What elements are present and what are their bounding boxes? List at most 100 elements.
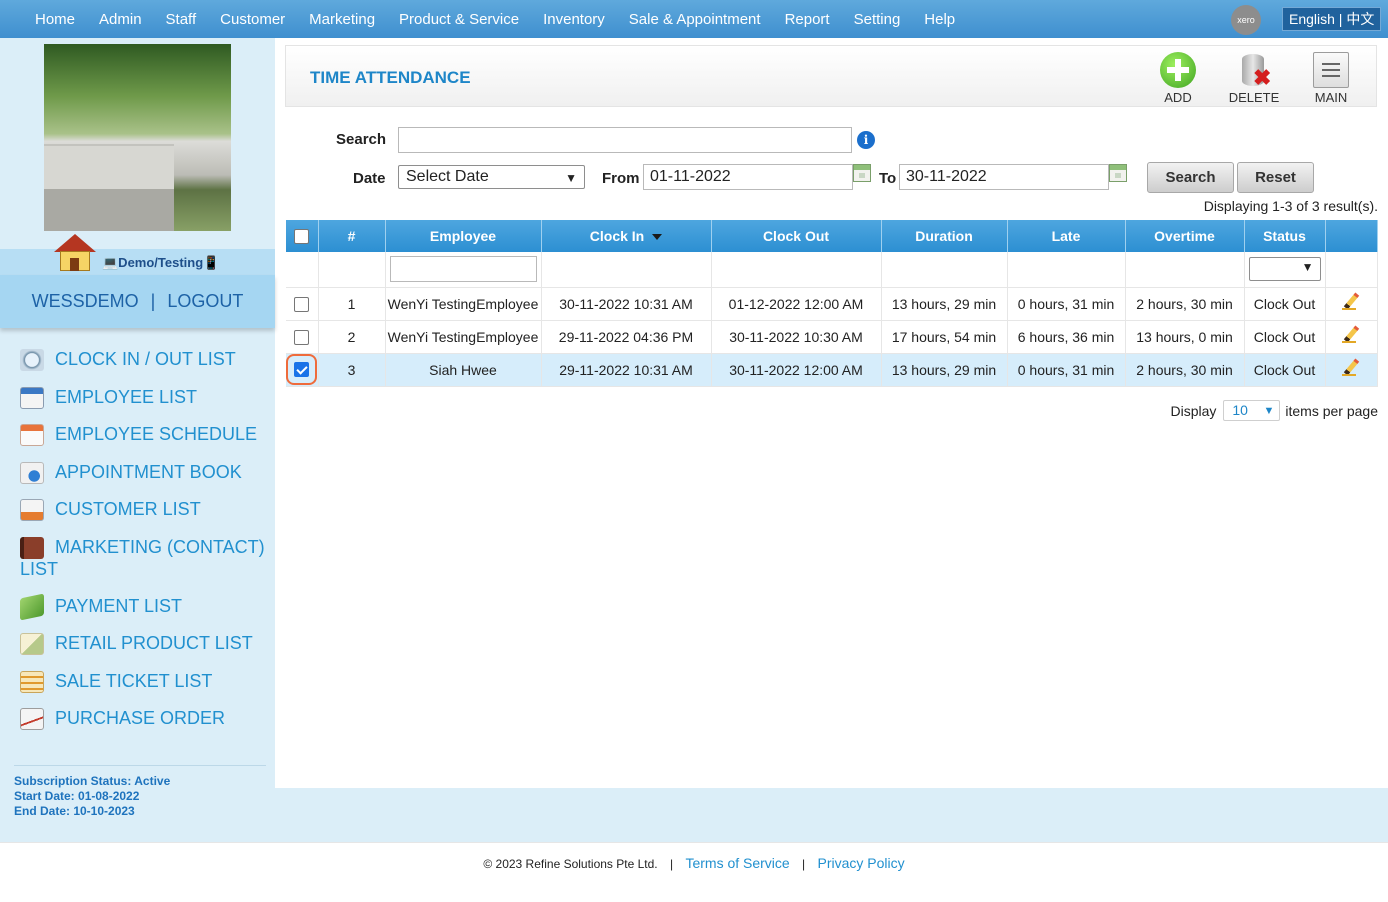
- home-icon[interactable]: [54, 234, 96, 274]
- status-filter-select[interactable]: ▼: [1248, 257, 1321, 282]
- header-late[interactable]: Late: [1007, 220, 1126, 252]
- employee-filter-input[interactable]: [389, 256, 537, 283]
- reset-button[interactable]: Reset: [1237, 162, 1314, 193]
- link-retail-product-list[interactable]: RETAIL PRODUCT LIST: [0, 632, 275, 670]
- link-purchase-order[interactable]: PURCHASE ORDER: [0, 707, 275, 745]
- top-navigation: Home Admin Staff Customer Marketing Prod…: [0, 0, 1388, 38]
- header-duration[interactable]: Duration: [881, 220, 1008, 252]
- date-type-select[interactable]: Select Date ▼: [398, 165, 585, 189]
- terms-of-service-link[interactable]: Terms of Service: [685, 855, 789, 871]
- logout-link[interactable]: LOGOUT: [167, 291, 243, 312]
- to-date-input[interactable]: 30-11-2022: [899, 164, 1109, 190]
- cell-number: 2: [318, 320, 386, 354]
- items-per-page-select[interactable]: 10 ▼: [1223, 400, 1281, 421]
- search-input[interactable]: [398, 127, 852, 153]
- link-label: PAYMENT LIST: [55, 595, 183, 616]
- nav-staff[interactable]: Staff: [154, 11, 209, 28]
- edit-pencil-icon[interactable]: [1342, 359, 1360, 377]
- main-bottom-band: [275, 788, 1388, 842]
- header-clock-in[interactable]: Clock In: [541, 220, 712, 252]
- nav-home[interactable]: Home: [23, 11, 87, 28]
- date-select-value: Select Date: [406, 168, 489, 185]
- header-clock-out[interactable]: Clock Out: [711, 220, 882, 252]
- delete-button[interactable]: ✖ DELETE: [1224, 52, 1284, 105]
- nav-help[interactable]: Help: [912, 11, 967, 28]
- checkbox-highlight: [286, 354, 317, 385]
- cell-clock-out: 30-11-2022 12:00 AM: [711, 353, 882, 387]
- items-per-page-value: 10: [1232, 402, 1248, 418]
- calendar-icon[interactable]: [853, 164, 871, 182]
- page-title: TIME ATTENDANCE: [310, 68, 471, 87]
- home-icon-door: [70, 258, 79, 271]
- link-sale-ticket-list[interactable]: SALE TICKET LIST: [0, 670, 275, 708]
- link-label: EMPLOYEE LIST: [55, 386, 198, 407]
- chevron-down-icon: ▼: [565, 171, 577, 185]
- info-icon[interactable]: i: [857, 131, 875, 149]
- from-date-input[interactable]: 01-11-2022: [643, 164, 853, 190]
- filter-cell: [385, 252, 542, 288]
- avatar-detail: [44, 144, 174, 189]
- nav-setting[interactable]: Setting: [842, 11, 913, 28]
- cell-number: 1: [318, 287, 386, 321]
- row-checkbox[interactable]: [294, 329, 310, 345]
- main-list-icon: [1313, 52, 1349, 88]
- link-employee-list[interactable]: EMPLOYEE LIST: [0, 386, 275, 424]
- nav-sale-appointment[interactable]: Sale & Appointment: [617, 11, 773, 28]
- table-row[interactable]: 3 Siah Hwee 29-11-2022 10:31 AM 30-11-20…: [286, 353, 1378, 387]
- search-button[interactable]: Search: [1147, 162, 1234, 193]
- nav-admin[interactable]: Admin: [87, 11, 154, 28]
- main-button[interactable]: MAIN: [1301, 52, 1361, 105]
- header-number[interactable]: #: [318, 220, 386, 252]
- cell-actions: [1325, 320, 1378, 354]
- customer-card-icon: [20, 499, 44, 521]
- filter-cell: [881, 252, 1008, 288]
- link-employee-schedule[interactable]: EMPLOYEE SCHEDULE: [0, 423, 275, 461]
- cell-late: 0 hours, 31 min: [1007, 353, 1126, 387]
- footer-separator: |: [669, 857, 674, 871]
- company-name: 💻Demo/Testing📱: [102, 255, 220, 270]
- avatar: [44, 44, 231, 231]
- language-switch[interactable]: English | 中文: [1282, 7, 1382, 31]
- link-label: RETAIL PRODUCT LIST: [55, 633, 253, 653]
- account-link[interactable]: WESSDEMO: [32, 291, 139, 312]
- nav-marketing[interactable]: Marketing: [297, 11, 387, 28]
- row-checkbox[interactable]: [294, 296, 310, 312]
- quick-links: CLOCK IN / OUT LIST EMPLOYEE LIST EMPLOY…: [0, 348, 275, 745]
- select-all-checkbox[interactable]: [294, 229, 310, 245]
- nav-inventory[interactable]: Inventory: [531, 11, 617, 28]
- delete-label: DELETE: [1228, 90, 1280, 105]
- add-button[interactable]: ADD: [1148, 52, 1208, 105]
- filter-cell: [541, 252, 712, 288]
- link-label: APPOINTMENT BOOK: [55, 461, 242, 482]
- link-customer-list[interactable]: CUSTOMER LIST: [0, 498, 275, 536]
- header-overtime[interactable]: Overtime: [1125, 220, 1245, 252]
- nav-product-service[interactable]: Product & Service: [387, 11, 531, 28]
- link-payment-list[interactable]: PAYMENT LIST: [0, 592, 275, 633]
- calendar-icon[interactable]: [1109, 164, 1127, 182]
- link-label: EMPLOYEE SCHEDULE: [55, 424, 258, 444]
- header-status[interactable]: Status: [1244, 220, 1326, 252]
- nav-report[interactable]: Report: [773, 11, 842, 28]
- filter-cell: ▼: [1244, 252, 1326, 288]
- date-label: Date: [353, 170, 386, 187]
- table-row[interactable]: 1 WenYi TestingEmployee 30-11-2022 10:31…: [286, 287, 1378, 321]
- table-row[interactable]: 2 WenYi TestingEmployee 29-11-2022 04:36…: [286, 320, 1378, 354]
- row-checkbox-checked[interactable]: [294, 362, 310, 377]
- header-employee[interactable]: Employee: [385, 220, 542, 252]
- subscription-end: End Date: 10-10-2023: [14, 804, 135, 818]
- clock-icon: [20, 349, 44, 371]
- cell-status: Clock Out: [1244, 287, 1326, 321]
- cell-overtime: 13 hours, 0 min: [1125, 320, 1245, 354]
- search-label: Search: [336, 131, 387, 148]
- link-marketing-contact-list[interactable]: MARKETING (CONTACT) LIST: [0, 536, 275, 595]
- edit-pencil-icon[interactable]: [1342, 326, 1360, 344]
- display-label: Display: [1170, 402, 1217, 419]
- link-label: PURCHASE ORDER: [55, 708, 226, 728]
- link-appointment-book[interactable]: APPOINTMENT BOOK: [0, 461, 275, 499]
- xero-icon[interactable]: xero: [1231, 5, 1261, 35]
- privacy-policy-link[interactable]: Privacy Policy: [818, 855, 905, 871]
- nav-customer[interactable]: Customer: [208, 11, 297, 28]
- edit-pencil-icon[interactable]: [1342, 293, 1360, 311]
- link-clock-in-out-list[interactable]: CLOCK IN / OUT LIST: [0, 348, 275, 386]
- address-book-icon: [20, 536, 44, 559]
